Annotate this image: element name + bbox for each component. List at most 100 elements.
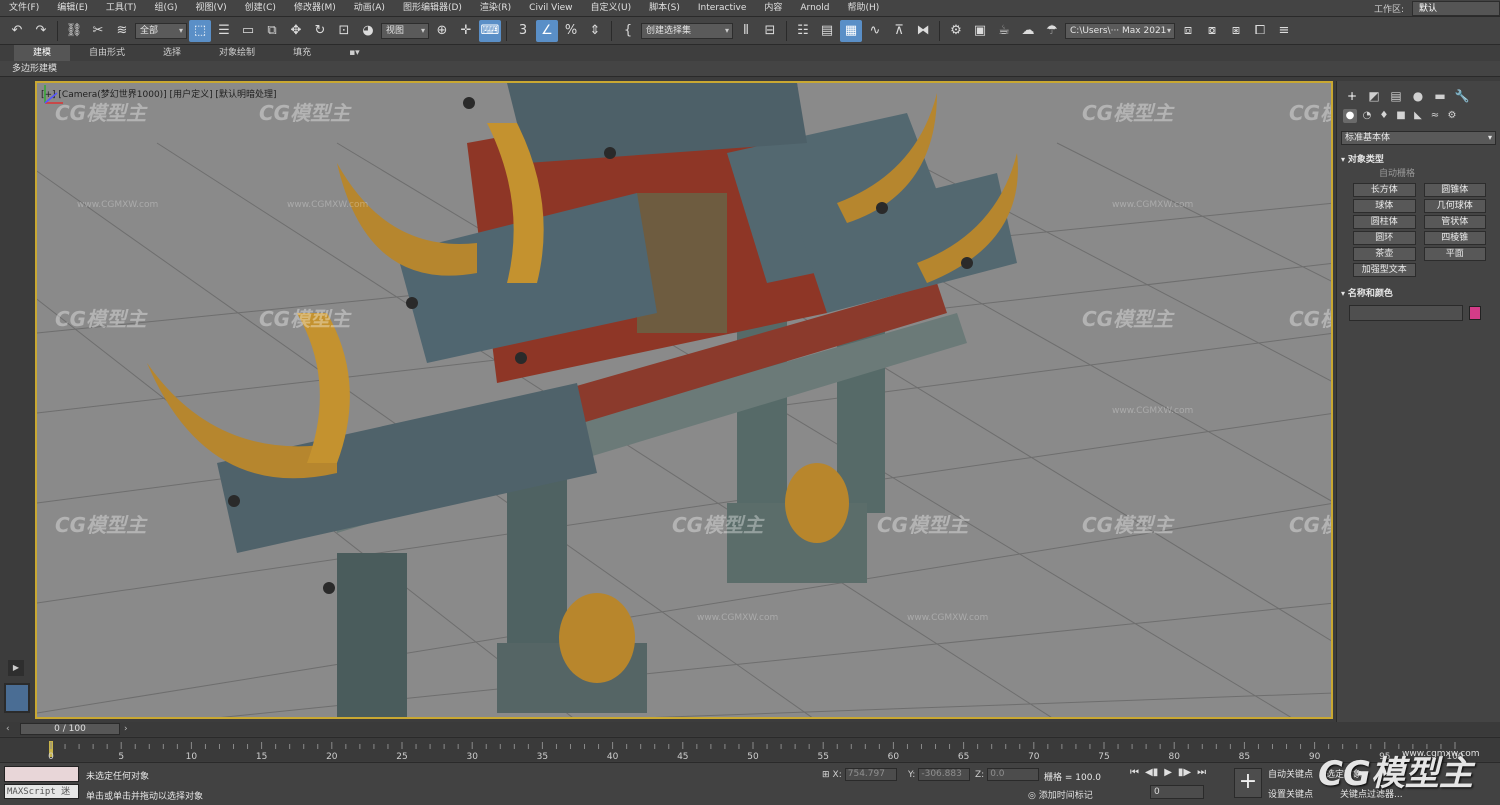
ribbon-tab-object-paint[interactable]: 对象绘制 — [200, 45, 274, 61]
maxscript-mini-listener[interactable]: MAXScript 迷 — [4, 784, 79, 799]
shapes-icon[interactable]: ◔ — [1360, 109, 1374, 123]
ribbon-tab-selection[interactable]: 选择 — [144, 45, 200, 61]
menu-item[interactable]: 脚本(S) — [640, 0, 689, 17]
mirror-icon[interactable]: ⫴ — [735, 20, 757, 42]
play-icon[interactable]: ▶ — [1164, 767, 1172, 778]
cone-button[interactable]: 圆锥体 — [1423, 183, 1486, 197]
workspace-dropdown[interactable]: 默认 — [1412, 1, 1500, 16]
place-icon[interactable]: ◕ — [357, 20, 379, 42]
box-button[interactable]: 长方体 — [1353, 183, 1416, 197]
menu-item[interactable]: 修改器(M) — [285, 0, 345, 17]
project-path-dropdown[interactable]: C:\Users\··· Max 2021 — [1065, 22, 1175, 39]
menu-item[interactable]: 编辑(E) — [48, 0, 97, 17]
next-frame-arrow-icon[interactable]: › — [124, 722, 128, 736]
move-icon[interactable]: ✥ — [285, 20, 307, 42]
object-category-dropdown[interactable]: 标准基本体 — [1341, 131, 1496, 145]
rotate-icon[interactable]: ↻ — [309, 20, 331, 42]
create-tab-icon[interactable]: + — [1343, 89, 1361, 103]
teapot-button[interactable]: 茶壶 — [1353, 247, 1416, 261]
pivot-center-icon[interactable]: ⊕ — [431, 20, 453, 42]
object-color-swatch[interactable] — [1469, 306, 1481, 320]
go-to-end-icon[interactable]: ⏭ — [1197, 767, 1206, 778]
menu-item[interactable]: 创建(C) — [236, 0, 285, 17]
menu-item[interactable]: 动画(A) — [345, 0, 394, 17]
geometry-icon[interactable]: ● — [1343, 109, 1357, 123]
pyramid-button[interactable]: 四棱锥 — [1423, 231, 1486, 245]
textplus-button[interactable]: 加强型文本 — [1353, 263, 1416, 277]
window-crossing-icon[interactable]: ⧉ — [261, 20, 283, 42]
object-name-input[interactable] — [1349, 305, 1463, 321]
ribbon-tab-populate[interactable]: 填充 — [274, 45, 330, 61]
modify-tab-icon[interactable]: ◩ — [1365, 89, 1383, 103]
menu-item[interactable]: 工具(T) — [97, 0, 146, 17]
sphere-button[interactable]: 球体 — [1353, 199, 1416, 213]
menu-item[interactable]: 渲染(R) — [471, 0, 520, 17]
edit-named-selection-icon[interactable]: { — [617, 20, 639, 42]
menu-item[interactable]: 视图(V) — [186, 0, 235, 17]
render-cloud-icon[interactable]: ☂ — [1041, 20, 1063, 42]
rect-selection-icon[interactable]: ▭ — [237, 20, 259, 42]
material-editor-icon[interactable]: ⧓ — [912, 20, 934, 42]
extra-tool-icon[interactable]: ≡ — [1273, 20, 1295, 42]
viewport-layout-button[interactable] — [4, 683, 30, 713]
x-coordinate-input[interactable]: 754.797 — [844, 768, 897, 781]
track-bar[interactable]: 0 5 10 15 20 25 30 35 40 45 50 55 60 65 70 75 80 85 90 95 10… — [0, 737, 1500, 762]
project-folder-icon[interactable]: ⧈ — [1177, 20, 1199, 42]
next-frame-icon[interactable]: ▮▶ — [1178, 767, 1191, 778]
object-type-title[interactable]: 对象类型 — [1341, 153, 1496, 167]
render-iterative-icon[interactable]: ☁ — [1017, 20, 1039, 42]
percent-snap-icon[interactable]: % — [560, 20, 582, 42]
schematic-view-icon[interactable]: ⊼ — [888, 20, 910, 42]
menu-item[interactable]: Interactive — [689, 0, 755, 17]
prev-frame-arrow-icon[interactable]: ‹ — [6, 722, 10, 736]
tube-button[interactable]: 管状体 — [1423, 215, 1486, 229]
rendered-frame-icon[interactable]: ▣ — [969, 20, 991, 42]
add-time-tag[interactable]: ◎ 添加时间标记 — [1028, 788, 1093, 801]
reference-coord-dropdown[interactable]: 视图 — [381, 22, 429, 39]
menu-item[interactable]: Civil View — [520, 0, 581, 17]
go-to-start-icon[interactable]: ⏮ — [1130, 767, 1139, 778]
previous-frame-icon[interactable]: ◀▮ — [1145, 767, 1158, 778]
menu-item[interactable]: 自定义(U) — [582, 0, 641, 17]
systems-icon[interactable]: ⚙ — [1445, 109, 1459, 123]
z-coordinate-input[interactable]: 0.0 — [987, 768, 1040, 781]
time-slider-handle[interactable]: 0 / 100 — [20, 723, 120, 735]
align-icon[interactable]: ⊟ — [759, 20, 781, 42]
curve-editor-icon[interactable]: ∿ — [864, 20, 886, 42]
viewport-label[interactable]: [+] [Camera(梦幻世界1000)] [用户定义] [默认明暗处理] — [41, 87, 276, 100]
set-key-button[interactable]: 设置关键点 — [1268, 787, 1313, 800]
autogrid-checkbox[interactable]: 自动栅格 — [1341, 167, 1496, 181]
toggle-ribbon-icon[interactable]: ▦ — [840, 19, 862, 42]
keyboard-shortcut-override-icon[interactable]: ⌨ — [479, 19, 501, 42]
display-tab-icon[interactable]: ▬ — [1431, 89, 1449, 103]
ribbon-tab-freeform[interactable]: 自由形式 — [70, 45, 144, 61]
lock-selection-icon[interactable]: ⊞ — [822, 770, 830, 780]
unlink-icon[interactable]: ✂ — [87, 20, 109, 42]
bind-spacewarp-icon[interactable]: ≋ — [111, 20, 133, 42]
ribbon-tab-modeling[interactable]: 建模 — [14, 45, 71, 61]
select-object-icon[interactable]: ⬚ — [189, 19, 211, 42]
name-color-title[interactable]: 名称和颜色 — [1341, 287, 1496, 301]
torus-button[interactable]: 圆环 — [1353, 231, 1416, 245]
expand-arrow-icon[interactable]: ▶ — [8, 660, 24, 676]
select-manipulate-icon[interactable]: ✛ — [455, 20, 477, 42]
snap-3d-icon[interactable]: 3 — [512, 20, 534, 42]
angle-snap-icon[interactable]: ∠ — [536, 19, 558, 42]
layer-explorer-icon[interactable]: ▤ — [816, 20, 838, 42]
motion-tab-icon[interactable]: ● — [1409, 89, 1427, 103]
undo-icon[interactable]: ↶ — [6, 20, 28, 42]
select-by-name-icon[interactable]: ☰ — [213, 20, 235, 42]
selection-filter-dropdown[interactable]: 全部 — [135, 22, 187, 39]
set-key-plus-button[interactable]: + — [1234, 768, 1262, 798]
menu-item[interactable]: 图形编辑器(D) — [394, 0, 471, 17]
auto-key-button[interactable]: 自动关键点 — [1268, 767, 1313, 780]
scene-explorer-icon[interactable]: ☷ — [792, 20, 814, 42]
cylinder-button[interactable]: 圆柱体 — [1353, 215, 1416, 229]
redo-icon[interactable]: ↷ — [30, 20, 52, 42]
maxscript-listener-input[interactable] — [4, 766, 79, 782]
menu-item[interactable]: 组(G) — [145, 0, 186, 17]
perspective-viewport[interactable]: [+] [Camera(梦幻世界1000)] [用户定义] [默认明暗处理] C… — [35, 81, 1333, 719]
render-production-icon[interactable]: ☕ — [993, 20, 1015, 42]
hierarchy-tab-icon[interactable]: ▤ — [1387, 89, 1405, 103]
link-icon[interactable]: ⛓ — [63, 20, 85, 42]
